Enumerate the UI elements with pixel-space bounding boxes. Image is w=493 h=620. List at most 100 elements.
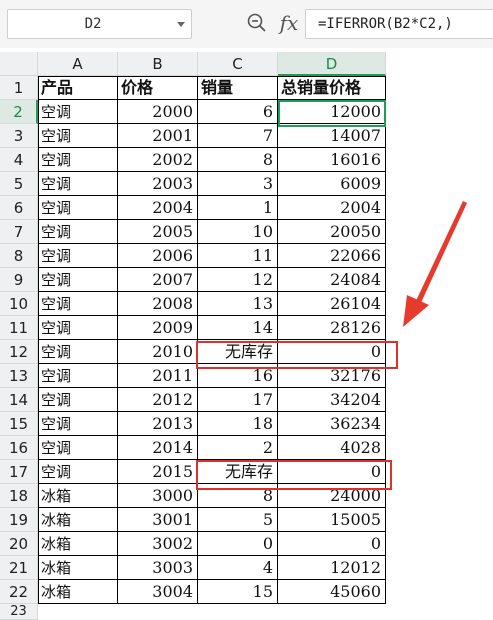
table-cell[interactable]: 34204 <box>278 388 386 412</box>
table-cell[interactable]: 2004 <box>278 196 386 220</box>
table-cell[interactable]: 3 <box>198 172 278 196</box>
table-cell[interactable]: 12012 <box>278 556 386 580</box>
row-header[interactable]: 10 <box>0 292 38 316</box>
table-cell[interactable]: 20050 <box>278 220 386 244</box>
header-cell[interactable]: 销量 <box>198 76 278 100</box>
table-cell[interactable]: 6 <box>198 100 278 124</box>
name-box[interactable]: D2 <box>7 9 192 39</box>
row-header[interactable]: 17 <box>0 460 38 484</box>
header-cell[interactable]: 总销量价格 <box>278 76 386 100</box>
table-cell[interactable]: 2015 <box>118 460 198 484</box>
table-cell[interactable]: 0 <box>198 532 278 556</box>
row-header[interactable]: 14 <box>0 388 38 412</box>
select-all-corner[interactable] <box>0 52 38 76</box>
table-cell[interactable]: 5 <box>198 508 278 532</box>
table-cell[interactable]: 11 <box>198 244 278 268</box>
table-cell[interactable]: 6009 <box>278 172 386 196</box>
table-cell[interactable]: 空调 <box>38 292 118 316</box>
table-cell[interactable]: 15 <box>198 580 278 604</box>
row-header[interactable]: 9 <box>0 268 38 292</box>
row-header[interactable]: 12 <box>0 340 38 364</box>
table-cell[interactable]: 2011 <box>118 364 198 388</box>
table-cell[interactable]: 冰箱 <box>38 532 118 556</box>
table-cell[interactable]: 空调 <box>38 436 118 460</box>
table-cell[interactable]: 14 <box>198 316 278 340</box>
table-cell[interactable]: 0 <box>278 532 386 556</box>
table-cell[interactable]: 24084 <box>278 268 386 292</box>
table-cell[interactable]: 空调 <box>38 148 118 172</box>
row-header[interactable]: 1 <box>0 76 38 100</box>
table-cell[interactable]: 13 <box>198 292 278 316</box>
table-cell[interactable]: 18 <box>198 412 278 436</box>
table-cell[interactable]: 10 <box>198 220 278 244</box>
table-cell[interactable]: 2000 <box>118 100 198 124</box>
table-cell[interactable]: 冰箱 <box>38 580 118 604</box>
chevron-down-icon[interactable] <box>177 22 185 27</box>
table-cell[interactable]: 空调 <box>38 388 118 412</box>
table-cell[interactable]: 空调 <box>38 412 118 436</box>
table-cell[interactable]: 2004 <box>118 196 198 220</box>
table-cell[interactable]: 2003 <box>118 172 198 196</box>
row-header[interactable]: 5 <box>0 172 38 196</box>
row-header[interactable]: 8 <box>0 244 38 268</box>
table-cell[interactable]: 2 <box>198 436 278 460</box>
table-cell[interactable]: 8 <box>198 148 278 172</box>
table-cell[interactable]: 2013 <box>118 412 198 436</box>
table-cell[interactable]: 3004 <box>118 580 198 604</box>
table-cell[interactable]: 17 <box>198 388 278 412</box>
table-cell[interactable]: 空调 <box>38 220 118 244</box>
table-cell[interactable]: 14007 <box>278 124 386 148</box>
table-cell[interactable]: 3000 <box>118 484 198 508</box>
table-cell[interactable]: 2006 <box>118 244 198 268</box>
table-cell[interactable]: 空调 <box>38 124 118 148</box>
table-cell[interactable]: 36234 <box>278 412 386 436</box>
table-cell[interactable]: 4028 <box>278 436 386 460</box>
row-header[interactable]: 6 <box>0 196 38 220</box>
table-cell[interactable]: 4 <box>198 556 278 580</box>
header-cell[interactable]: 产品 <box>38 76 118 100</box>
table-cell[interactable]: 空调 <box>38 316 118 340</box>
table-cell[interactable]: 冰箱 <box>38 556 118 580</box>
table-cell[interactable]: 15005 <box>278 508 386 532</box>
table-cell[interactable]: 2008 <box>118 292 198 316</box>
row-header[interactable]: 23 <box>0 604 38 620</box>
row-header[interactable]: 20 <box>0 532 38 556</box>
table-cell[interactable]: 22066 <box>278 244 386 268</box>
table-cell[interactable]: 2012 <box>118 388 198 412</box>
table-cell[interactable]: 3003 <box>118 556 198 580</box>
fx-icon[interactable]: fx <box>276 8 302 38</box>
table-cell[interactable]: 2010 <box>118 340 198 364</box>
row-header[interactable]: 4 <box>0 148 38 172</box>
table-cell[interactable]: 空调 <box>38 172 118 196</box>
row-header[interactable]: 7 <box>0 220 38 244</box>
row-header[interactable]: 15 <box>0 412 38 436</box>
table-cell[interactable]: 空调 <box>38 268 118 292</box>
table-cell[interactable]: 2005 <box>118 220 198 244</box>
row-header[interactable]: 18 <box>0 484 38 508</box>
table-cell[interactable]: 2009 <box>118 316 198 340</box>
formula-input[interactable]: =IFERROR(B2*C2,) <box>305 9 493 39</box>
table-cell[interactable]: 2001 <box>118 124 198 148</box>
table-cell[interactable]: 26104 <box>278 292 386 316</box>
row-header[interactable]: 3 <box>0 124 38 148</box>
row-header[interactable]: 19 <box>0 508 38 532</box>
row-header[interactable]: 11 <box>0 316 38 340</box>
column-header-d[interactable]: D <box>278 52 386 76</box>
table-cell[interactable]: 45060 <box>278 580 386 604</box>
table-cell[interactable]: 2007 <box>118 268 198 292</box>
table-cell[interactable]: 2002 <box>118 148 198 172</box>
table-cell[interactable]: 3001 <box>118 508 198 532</box>
table-cell[interactable]: 16016 <box>278 148 386 172</box>
column-header-a[interactable]: A <box>38 52 118 76</box>
table-cell[interactable]: 空调 <box>38 244 118 268</box>
row-header[interactable]: 13 <box>0 364 38 388</box>
table-cell[interactable]: 1 <box>198 196 278 220</box>
table-cell[interactable]: 3002 <box>118 532 198 556</box>
row-header[interactable]: 16 <box>0 436 38 460</box>
column-header-b[interactable]: B <box>118 52 198 76</box>
table-cell[interactable]: 空调 <box>38 460 118 484</box>
table-cell[interactable]: 空调 <box>38 364 118 388</box>
table-cell[interactable]: 空调 <box>38 196 118 220</box>
row-header[interactable]: 22 <box>0 580 38 604</box>
table-cell[interactable]: 2014 <box>118 436 198 460</box>
